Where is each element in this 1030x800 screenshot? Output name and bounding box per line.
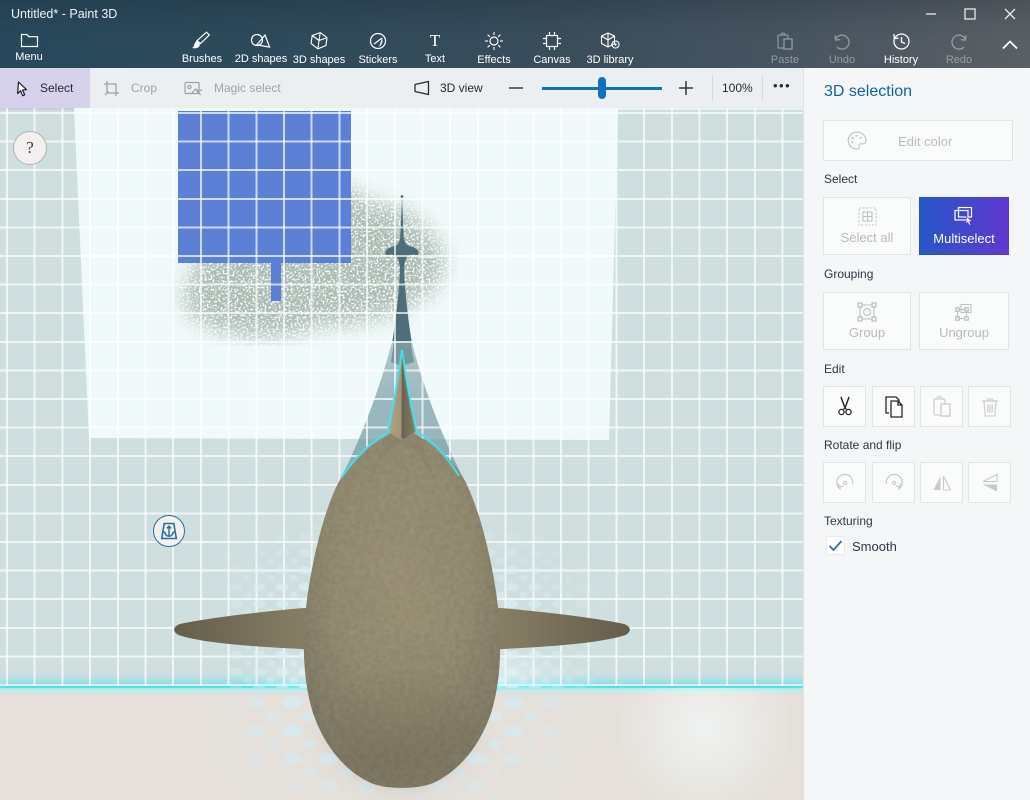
svg-text:T: T [430,31,441,50]
